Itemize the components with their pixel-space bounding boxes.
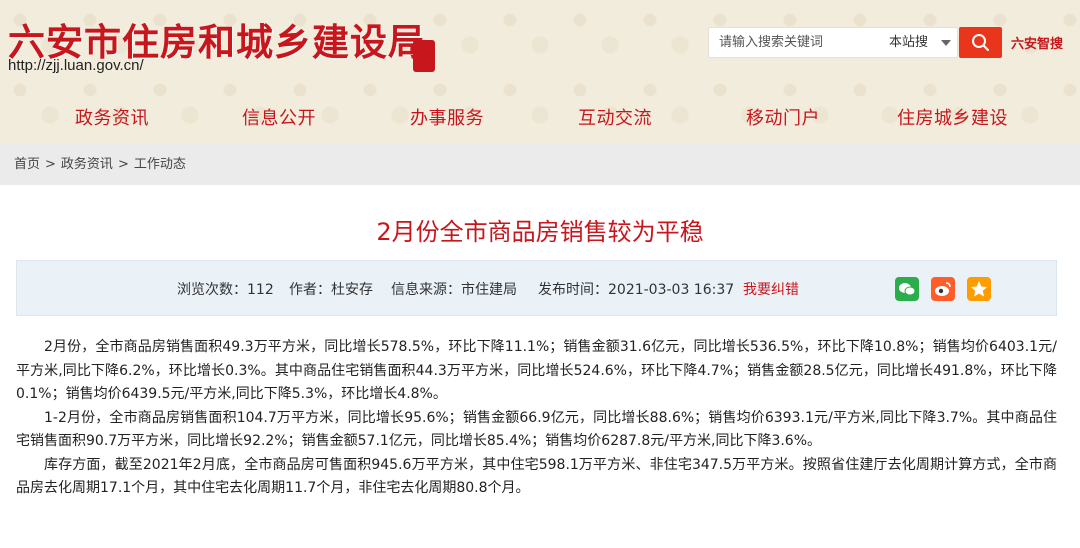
article-meta-bar: 浏览次数：112 作者：杜安存 信息来源：市住建局 发布时间：2021-03-0… [16, 260, 1057, 316]
nav-item-mobile[interactable]: 移动门户 [746, 104, 820, 130]
nav-item-info-disclosure[interactable]: 信息公开 [242, 104, 316, 130]
search-icon [972, 34, 990, 52]
site-url: http://zjj.luan.gov.cn/ [8, 57, 144, 74]
meta-views-value: 112 [247, 282, 274, 298]
article-title: 2月份全市商品房销售较为平稳 [376, 218, 704, 246]
report-error-link[interactable]: 我要纠错 [743, 279, 799, 299]
site-header: 六安市住房和城乡建设局 http://zjj.luan.gov.cn/ 本站搜 … [0, 0, 1080, 144]
meta-date-label: 发布时间： [538, 282, 608, 298]
meta-views-label: 浏览次数： [177, 282, 247, 298]
breadcrumb-separator: > [117, 157, 129, 172]
meta-source-label: 信息来源： [391, 282, 461, 298]
meta-author-label: 作者： [289, 282, 331, 298]
nav-item-news[interactable]: 政务资讯 [75, 104, 149, 130]
search-button[interactable] [959, 27, 1002, 58]
meta-date-value: 2021-03-03 16:37 [608, 282, 735, 298]
search-input[interactable] [709, 28, 877, 57]
weibo-glyph [935, 282, 951, 296]
breadcrumb-work-updates[interactable]: 工作动态 [134, 144, 186, 185]
nav-item-services[interactable]: 办事服务 [410, 104, 484, 130]
nav-item-housing[interactable]: 住房城乡建设 [897, 104, 1008, 130]
smart-search-link[interactable]: 六安智搜 [1011, 33, 1063, 52]
meta-author: 作者：杜安存 [289, 279, 373, 299]
weibo-icon[interactable] [931, 277, 955, 301]
star-glyph [971, 281, 987, 297]
meta-date: 发布时间：2021-03-03 16:37 [538, 279, 734, 299]
breadcrumb-home[interactable]: 首页 [14, 144, 40, 185]
breadcrumb-news[interactable]: 政务资讯 [61, 144, 113, 185]
wechat-icon[interactable] [895, 277, 919, 301]
breadcrumb-separator: > [45, 157, 56, 172]
favorite-icon[interactable] [967, 277, 991, 301]
breadcrumb: 首页 > 政务资讯 > 工作动态 [0, 144, 1080, 185]
article-paragraph: 库存方面，截至2021年2月底，全市商品房可售面积945.6万平方米，其中住宅5… [16, 456, 1057, 497]
meta-source: 信息来源：市住建局 [391, 279, 517, 299]
search-box: 本站搜 [708, 27, 958, 58]
meta-source-value: 市住建局 [461, 282, 517, 298]
main-nav: 政务资讯 信息公开 办事服务 互动交流 移动门户 住房城乡建设 [0, 104, 1080, 130]
meta-views: 浏览次数：112 [177, 279, 274, 299]
meta-author-value: 杜安存 [331, 282, 373, 298]
article-body: 2月份，全市商品房销售面积49.3万平方米，同比增长578.5%，环比下降11.… [16, 336, 1057, 501]
article-paragraph: 1-2月份，全市商品房销售面积104.7万平方米，同比增长95.6%；销售金额6… [16, 409, 1057, 450]
article-paragraph: 2月份，全市商品房销售面积49.3万平方米，同比增长578.5%，环比下降11.… [16, 339, 1057, 402]
seal-logo [413, 40, 435, 72]
chevron-down-icon[interactable] [941, 40, 951, 46]
wechat-glyph [899, 283, 916, 296]
nav-item-interaction[interactable]: 互动交流 [578, 104, 652, 130]
